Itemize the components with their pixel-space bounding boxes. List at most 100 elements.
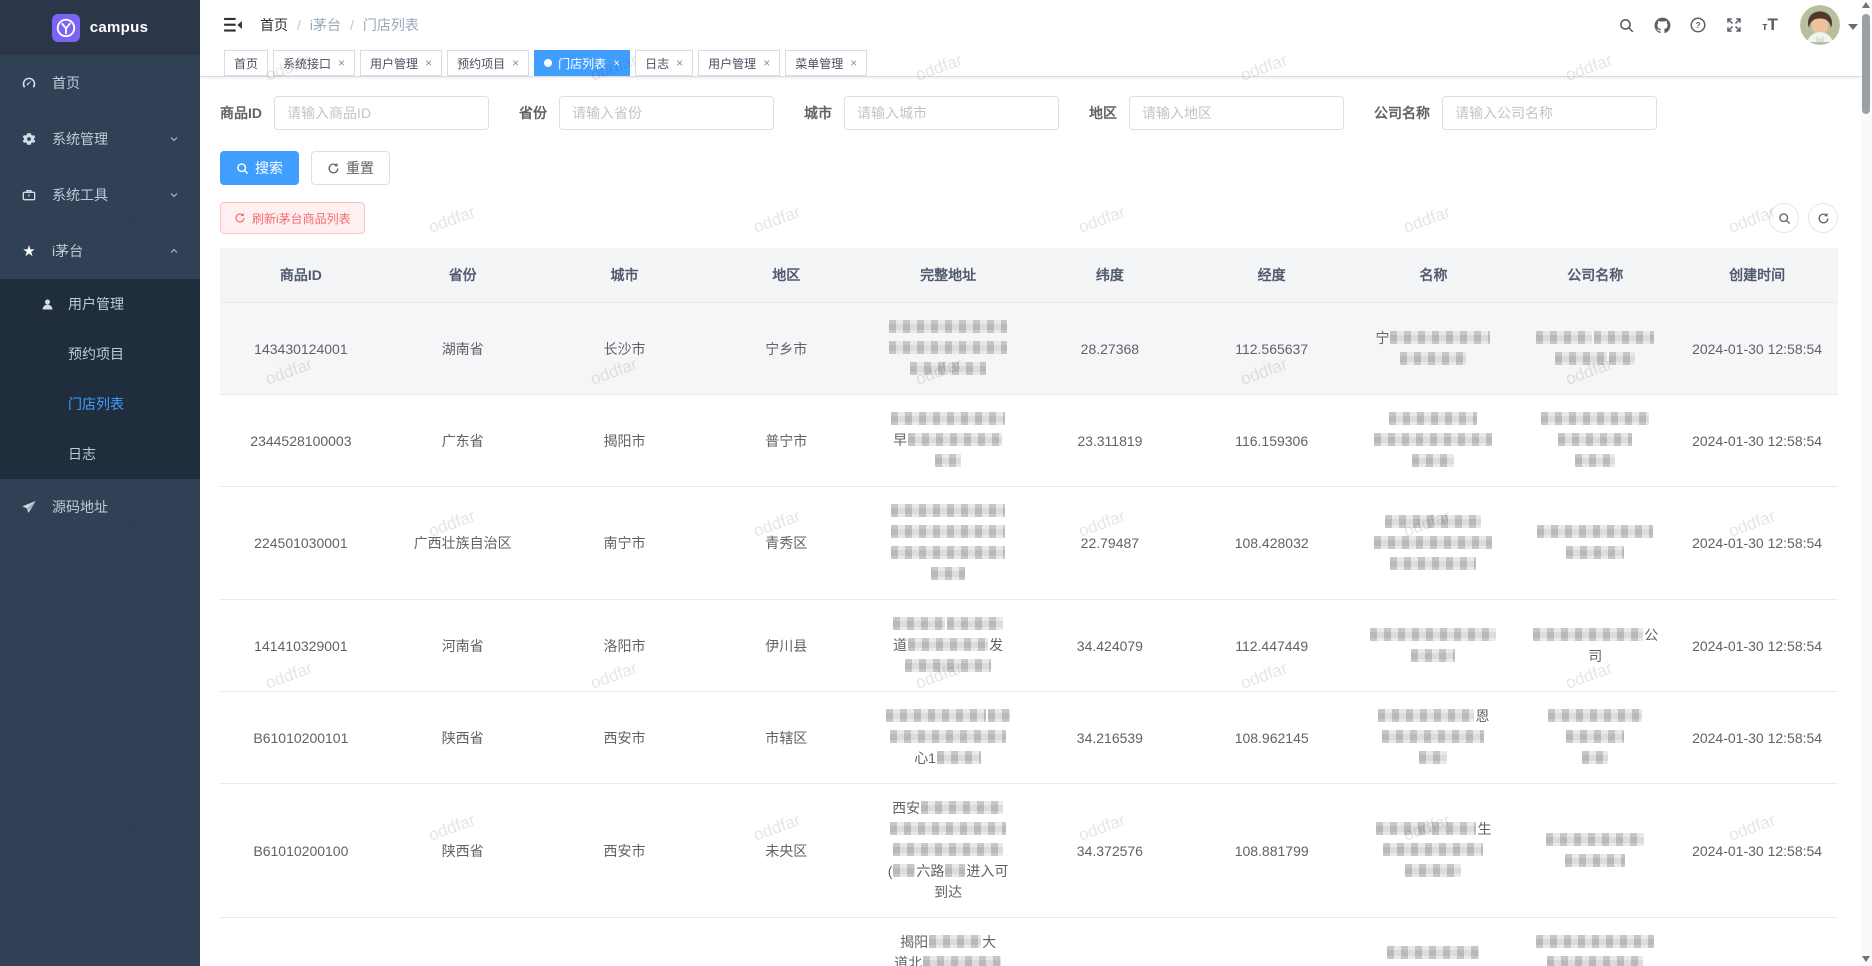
close-icon[interactable]: ×: [425, 57, 432, 69]
close-icon[interactable]: ×: [512, 57, 519, 69]
redacted-blur: [1565, 854, 1625, 867]
sidebar-toggle-icon[interactable]: [224, 17, 242, 33]
city-label: 城市: [804, 103, 832, 123]
redacted-blur: [891, 412, 1005, 425]
cell-address: 心1: [867, 692, 1029, 784]
header-search-icon[interactable]: [1608, 0, 1644, 50]
cell-company: [1514, 487, 1676, 600]
tab-menu-management[interactable]: 菜单管理×: [785, 50, 867, 76]
sidebar-item-store-list[interactable]: 门店列表: [0, 379, 200, 429]
redacted-blur: [1547, 956, 1643, 966]
cell-lng: 108.428032: [1191, 487, 1353, 600]
fullscreen-icon[interactable]: [1716, 0, 1752, 50]
cell-city: 南宁市: [544, 487, 706, 600]
close-icon[interactable]: ×: [613, 57, 620, 69]
tab-reservation-projects[interactable]: 预约项目×: [447, 50, 529, 76]
scrollbar-thumb[interactable]: [1862, 14, 1870, 114]
cell-district: 市辖区: [705, 692, 867, 784]
tab-user-management-2[interactable]: 用户管理×: [698, 50, 780, 76]
sidebar-item-logs[interactable]: 日志: [0, 429, 200, 479]
cell-lng: 116.159306: [1191, 395, 1353, 487]
redacted-blur: [1533, 628, 1643, 641]
cell-city: [544, 918, 706, 966]
font-size-icon[interactable]: тT: [1752, 0, 1788, 50]
scroll-up-icon[interactable]: [1862, 2, 1870, 8]
refresh-product-list-button[interactable]: 刷新i茅台商品列表: [220, 202, 365, 234]
cell-name: 宁: [1353, 303, 1515, 395]
sidebar-item-system-management[interactable]: 系统管理: [0, 111, 200, 167]
sidebar: campus 首页 系统管理: [0, 0, 200, 966]
github-icon[interactable]: [1644, 0, 1680, 50]
sidebar-item-system-tools[interactable]: 系统工具: [0, 167, 200, 223]
cell-product_id: 143430124001: [220, 303, 382, 395]
tags-view-bar: 首页 系统接口× 用户管理× 预约项目× 门店列表× 日志× 用户管理× 菜单管…: [200, 50, 1872, 77]
col-company-name: 公司名称: [1514, 248, 1676, 303]
app-logo-icon: [52, 14, 80, 42]
table-body: 143430124001湖南省长沙市宁乡市28.27368112.565637宁…: [220, 303, 1838, 966]
user-menu[interactable]: [1800, 5, 1858, 45]
redacted-blur: [1387, 946, 1479, 959]
table-row: 2344528100003广东省揭阳市普宁市早23.311819116.1593…: [220, 395, 1838, 487]
refresh-icon: [327, 162, 340, 175]
close-icon[interactable]: ×: [338, 57, 345, 69]
sidebar-item-home[interactable]: 首页: [0, 55, 200, 111]
table-row: 143430124001湖南省长沙市宁乡市28.27368112.565637宁…: [220, 303, 1838, 395]
cell-name: 生: [1353, 784, 1515, 918]
redacted-blur: [1566, 730, 1624, 743]
district-input[interactable]: [1129, 96, 1344, 130]
redacted-blur: [890, 730, 1006, 743]
redacted-blur: [893, 843, 1003, 856]
cell-province: 陕西省: [382, 692, 544, 784]
redacted-blur: [908, 638, 988, 651]
logo[interactable]: campus: [0, 0, 200, 55]
cell-created: 2024-01-30 12:58:54: [1676, 303, 1838, 395]
tab-store-list[interactable]: 门店列表×: [534, 50, 630, 76]
cell-province: 陕西省: [382, 784, 544, 918]
redacted-blur: [931, 567, 965, 580]
redacted-blur: [1374, 433, 1492, 446]
redacted-blur: [886, 709, 986, 722]
tab-logs[interactable]: 日志×: [635, 50, 693, 76]
visible-text-fragment: 道: [893, 637, 907, 653]
cell-province: [382, 918, 544, 966]
help-icon[interactable]: ?: [1680, 0, 1716, 50]
sidebar-item-source-code[interactable]: 源码地址: [0, 479, 200, 535]
search-button[interactable]: 搜索: [220, 151, 299, 185]
page-scrollbar[interactable]: [1861, 0, 1872, 966]
city-input[interactable]: [844, 96, 1059, 130]
breadcrumb-home[interactable]: 首页: [260, 15, 288, 35]
sidebar-item-reservation-projects[interactable]: 预约项目: [0, 329, 200, 379]
redacted-blur: [1546, 833, 1644, 846]
tab-user-management-1[interactable]: 用户管理×: [360, 50, 442, 76]
product-id-input[interactable]: [274, 96, 489, 130]
province-input[interactable]: [559, 96, 774, 130]
sidebar-item-imaotai[interactable]: ★ i茅台: [0, 223, 200, 279]
cell-product_id: 141410329001: [220, 600, 382, 692]
cell-city: 长沙市: [544, 303, 706, 395]
tab-home[interactable]: 首页: [224, 50, 268, 76]
tab-system-api[interactable]: 系统接口×: [273, 50, 355, 76]
search-form: 商品ID 省份 城市 地区 公司名称: [220, 96, 1838, 130]
cell-company: 公司: [1514, 600, 1676, 692]
refresh-table-button[interactable]: [1808, 203, 1838, 233]
company-name-input[interactable]: [1442, 96, 1657, 130]
close-icon[interactable]: ×: [850, 57, 857, 69]
close-icon[interactable]: ×: [763, 57, 770, 69]
toggle-search-button[interactable]: [1769, 203, 1799, 233]
sidebar-item-user-management[interactable]: 用户管理: [0, 279, 200, 329]
visible-text-fragment: 大: [982, 934, 996, 950]
dashboard-icon: [20, 75, 38, 91]
sidebar-item-label: i茅台: [52, 241, 83, 261]
table-row: 224501030001广西壮族自治区南宁市青秀区22.79487108.428…: [220, 487, 1838, 600]
cell-created: [1676, 918, 1838, 966]
redacted-blur: [1390, 331, 1490, 344]
scroll-down-icon[interactable]: [1862, 956, 1870, 962]
toolbox-icon: [20, 187, 38, 203]
close-icon[interactable]: ×: [676, 57, 683, 69]
reset-button[interactable]: 重置: [311, 151, 390, 185]
redacted-blur: [893, 864, 915, 877]
visible-text-fragment: 到达: [934, 884, 962, 900]
cell-province: 湖南省: [382, 303, 544, 395]
cell-name: 恩: [1353, 692, 1515, 784]
visible-text-fragment: 道北: [894, 955, 922, 966]
